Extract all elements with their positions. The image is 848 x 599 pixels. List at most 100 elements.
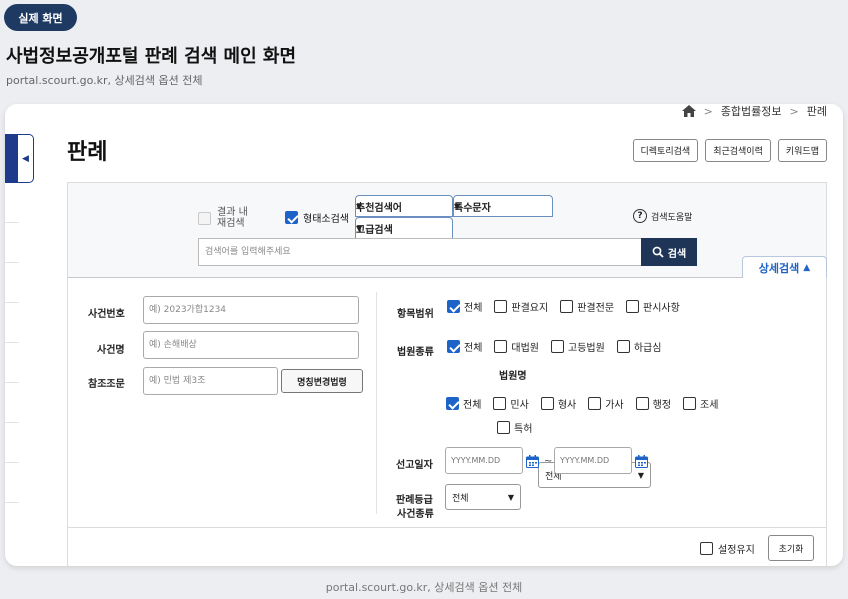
- case-type-option-tax[interactable]: 조세: [683, 396, 718, 411]
- option-label: 대법원: [511, 343, 540, 354]
- checkbox[interactable]: [494, 300, 508, 313]
- case-type-option-all[interactable]: 전체: [446, 396, 481, 411]
- checkbox[interactable]: [540, 397, 554, 410]
- result-within-checkbox[interactable]: [198, 211, 211, 225]
- case-type-options: 전체 민사 형사 가사 행정 조세: [446, 396, 730, 411]
- option-label: 고등법원: [568, 343, 605, 354]
- search-button-label: 검색: [667, 248, 687, 260]
- tab-advanced-label: 고급검색: [356, 224, 393, 236]
- scope-option-holdings[interactable]: 판시사항: [626, 299, 680, 314]
- renamed-law-button[interactable]: 명칭변경법령: [281, 369, 363, 393]
- option-label: 민사: [510, 400, 529, 411]
- detail-search-label: 상세검색: [758, 262, 800, 275]
- checkbox[interactable]: [447, 300, 460, 313]
- sidebar-toggle-button[interactable]: ◀: [5, 134, 34, 183]
- case-name-label: 사건명: [97, 345, 125, 356]
- option-label: 형사: [557, 400, 577, 411]
- ref-law-label: 참조조문: [88, 379, 125, 390]
- checkbox[interactable]: [551, 340, 565, 353]
- checkbox[interactable]: [560, 300, 574, 313]
- sidebar-edge: [5, 222, 19, 542]
- case-name-input[interactable]: [143, 331, 359, 359]
- chevron-down-icon: ▼: [637, 470, 644, 480]
- option-label: 행정: [652, 400, 672, 411]
- search-button[interactable]: 검색: [641, 238, 697, 266]
- option-label: 전체: [464, 343, 483, 354]
- case-type-option-family[interactable]: 가사: [588, 396, 624, 411]
- scope-option-summary[interactable]: 판결요지: [494, 299, 548, 314]
- option-label: 판결전문: [577, 303, 615, 314]
- checkbox[interactable]: [493, 397, 507, 410]
- keep-settings-label: 설정유지: [718, 545, 755, 556]
- court-option-supreme[interactable]: 대법원: [494, 339, 539, 354]
- keyword-map-button[interactable]: 키워드맵: [777, 139, 827, 162]
- checkbox[interactable]: [588, 397, 602, 410]
- case-type-option-criminal[interactable]: 형사: [540, 396, 577, 411]
- morph-search-label: 형태소검색: [303, 214, 349, 225]
- checkbox[interactable]: [447, 340, 460, 353]
- morph-search-checkbox[interactable]: [285, 211, 298, 224]
- breadcrumb-separator: >: [703, 104, 713, 118]
- breadcrumb-separator: >: [789, 104, 799, 118]
- date-to-input[interactable]: [554, 447, 632, 474]
- tab-special-label: 특수문자: [454, 202, 491, 214]
- morph-search-option[interactable]: 형태소검색: [285, 210, 349, 225]
- checkbox[interactable]: [635, 397, 649, 410]
- keep-settings-checkbox[interactable]: [700, 542, 713, 555]
- breadcrumb-item-law-info[interactable]: 종합법률정보: [721, 104, 782, 119]
- keep-settings-option[interactable]: 설정유지: [700, 541, 755, 556]
- option-label: 판결요지: [511, 303, 549, 314]
- page-subheading: portal.scourt.go.kr, 상세검색 옵션 전체: [6, 74, 203, 87]
- recent-history-button[interactable]: 최근검색이력: [705, 139, 771, 162]
- court-option-high[interactable]: 고등법원: [551, 339, 605, 354]
- tab-recommend-keywords[interactable]: 추천검색어 ▼: [355, 195, 453, 217]
- court-option-all[interactable]: 전체: [447, 339, 482, 354]
- case-type-option-patent[interactable]: 특허: [497, 420, 532, 435]
- calendar-icon[interactable]: [635, 455, 648, 468]
- tab-special-chars[interactable]: 특수문자 ▼: [453, 195, 553, 217]
- scope-option-fulltext[interactable]: 판결전문: [560, 299, 614, 314]
- grade-select[interactable]: 전체 ▼: [445, 484, 521, 510]
- court-type-options: 전체 대법원 고등법원 하급심: [447, 339, 673, 354]
- footer-caption: portal.scourt.go.kr, 상세검색 옵션 전체: [325, 581, 523, 594]
- case-type-option-civil[interactable]: 민사: [493, 396, 529, 411]
- checkbox[interactable]: [446, 397, 459, 410]
- result-within-option[interactable]: 결과 내 재검색: [198, 207, 255, 229]
- court-option-lower[interactable]: 하급심: [616, 339, 662, 354]
- checkbox[interactable]: [616, 340, 630, 353]
- page-heading: 사법정보공개포털 판례 검색 메인 화면: [6, 46, 297, 67]
- search-icon: [652, 246, 664, 258]
- directory-search-button[interactable]: 디렉토리검색: [632, 139, 699, 162]
- result-within-label: 결과 내 재검색: [217, 207, 248, 229]
- page-title: 판례: [67, 140, 108, 165]
- search-help-link[interactable]: ? 검색도움말: [633, 209, 692, 223]
- ref-law-input[interactable]: [143, 367, 278, 395]
- checkbox[interactable]: [626, 300, 640, 313]
- checkbox[interactable]: [494, 340, 508, 353]
- checkbox[interactable]: [497, 421, 510, 434]
- home-icon[interactable]: [681, 105, 696, 117]
- date-from-input[interactable]: [445, 447, 523, 474]
- option-label: 전체: [463, 400, 482, 411]
- case-type-option-admin[interactable]: 행정: [635, 396, 672, 411]
- option-label: 조세: [700, 400, 719, 411]
- reset-button[interactable]: 초기화: [768, 535, 814, 561]
- option-label: 하급심: [633, 343, 662, 354]
- screen-card: > 종합법률정보 > 판례 ◀ 판례 디렉토리검색 최근검색이력 키워드맵 결과…: [5, 104, 843, 566]
- search-input[interactable]: [198, 238, 641, 266]
- option-label: 판시사항: [643, 303, 680, 314]
- tab-advanced-search[interactable]: 고급검색 ▼: [355, 217, 453, 239]
- detail-search-toggle[interactable]: 상세검색 ▲: [742, 256, 827, 279]
- court-name-label: 법원명: [499, 371, 527, 382]
- breadcrumb: > 종합법률정보 > 판례: [681, 104, 827, 119]
- triangle-up-icon: ▲: [803, 263, 811, 273]
- scope-option-all[interactable]: 전체: [447, 299, 482, 314]
- option-label: 특허: [514, 424, 533, 435]
- tab-recommend-label: 추천검색어: [356, 202, 402, 214]
- breadcrumb-item-precedent[interactable]: 판례: [807, 104, 827, 119]
- scope-label: 항목범위: [397, 309, 434, 320]
- checkbox[interactable]: [683, 397, 697, 410]
- case-number-input[interactable]: [143, 296, 359, 324]
- calendar-icon[interactable]: [526, 455, 539, 468]
- grade-value: 전체: [452, 493, 469, 504]
